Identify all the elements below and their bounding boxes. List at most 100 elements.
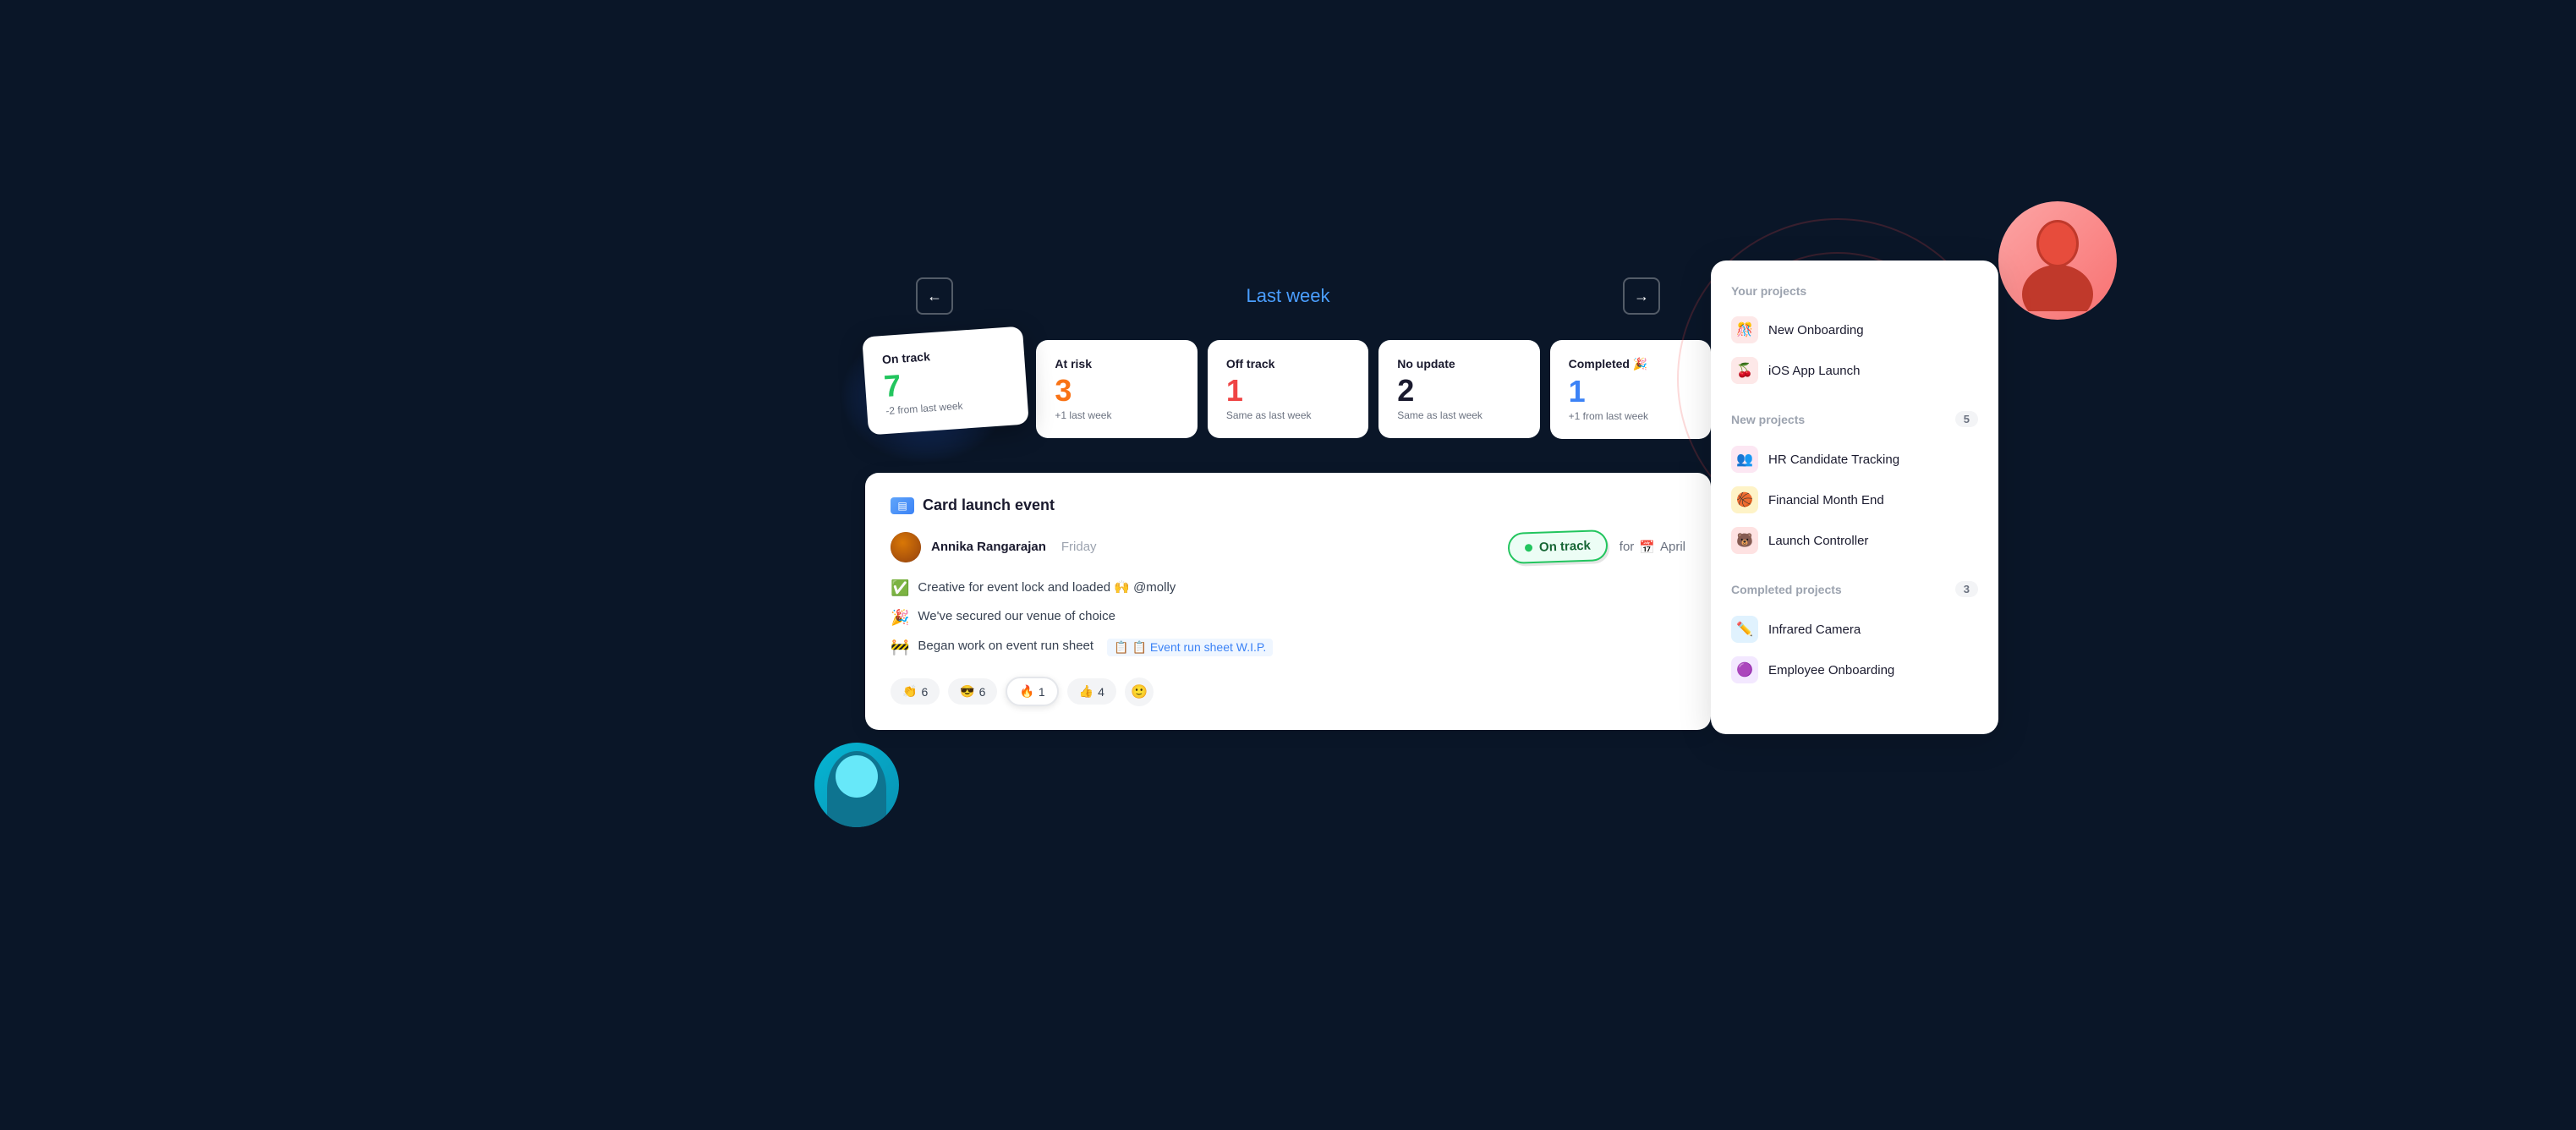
update-card-header: ▤ Card launch event bbox=[891, 496, 1685, 514]
project-name: Financial Month End bbox=[1768, 493, 1884, 507]
stat-card-off-track: Off track 1 Same as last week bbox=[1208, 340, 1368, 438]
check-icon: ✅ bbox=[891, 579, 909, 597]
stat-label: On track bbox=[882, 344, 1006, 366]
item-text: Creative for event lock and loaded 🙌 @mo… bbox=[918, 579, 1176, 595]
list-item[interactable]: ✏️ Infrared Camera bbox=[1731, 609, 1978, 650]
project-icon: 🎊 bbox=[1731, 316, 1758, 343]
clap-count: 6 bbox=[921, 685, 928, 699]
stat-number: 3 bbox=[1055, 376, 1178, 406]
list-item[interactable]: 🟣 Employee Onboarding bbox=[1731, 650, 1978, 690]
your-projects-title: Your projects bbox=[1731, 284, 1978, 298]
reaction-fire[interactable]: 🔥 1 bbox=[1006, 677, 1058, 706]
add-reaction-button[interactable]: 🙂 bbox=[1125, 677, 1154, 706]
projects-panel: Your projects 🎊 New Onboarding 🍒 iOS App… bbox=[1711, 261, 1998, 734]
user-day: Friday bbox=[1061, 540, 1097, 554]
user-name: Annika Rangarajan bbox=[931, 540, 1046, 554]
stats-row: On track 7 -2 from last week At risk 3 +… bbox=[865, 340, 1711, 456]
update-card-title: Card launch event bbox=[923, 496, 1055, 514]
prev-button[interactable]: ← bbox=[916, 277, 953, 315]
party-icon: 🎉 bbox=[891, 609, 909, 627]
list-item: 🎉 We've secured our venue of choice bbox=[891, 609, 1685, 627]
project-name: HR Candidate Tracking bbox=[1768, 453, 1899, 467]
link-text: 📋 Event run sheet W.I.P. bbox=[1132, 640, 1267, 655]
avatar bbox=[891, 532, 921, 562]
list-item[interactable]: 👥 HR Candidate Tracking bbox=[1731, 439, 1978, 480]
stat-number: 2 bbox=[1397, 376, 1521, 406]
list-item: ✅ Creative for event lock and loaded 🙌 @… bbox=[891, 579, 1685, 597]
stat-card-on-track: On track 7 -2 from last week bbox=[862, 326, 1029, 436]
project-icon: ✏️ bbox=[1731, 616, 1758, 643]
thumbs-up-emoji: 👍 bbox=[1079, 684, 1093, 699]
period-title: Last week bbox=[1246, 285, 1329, 307]
list-item: 🚧 Began work on event run sheet 📋 📋 Even… bbox=[891, 639, 1685, 656]
list-item[interactable]: 🎊 New Onboarding bbox=[1731, 310, 1978, 350]
stat-label: No update bbox=[1397, 357, 1521, 370]
stat-number: 1 bbox=[1226, 376, 1350, 406]
reaction-thumbs-up[interactable]: 👍 4 bbox=[1067, 678, 1116, 705]
fire-count: 1 bbox=[1039, 685, 1045, 699]
completed-projects-count: 3 bbox=[1955, 581, 1978, 597]
project-name: Infrared Camera bbox=[1768, 623, 1861, 637]
status-dot bbox=[1525, 544, 1532, 551]
stat-sub: +1 from last week bbox=[1569, 410, 1692, 422]
event-run-sheet-link[interactable]: 📋 📋 Event run sheet W.I.P. bbox=[1107, 639, 1273, 656]
period-value: April bbox=[1660, 540, 1685, 554]
reaction-cool[interactable]: 😎 6 bbox=[948, 678, 997, 705]
completed-projects-title: Completed projects bbox=[1731, 583, 1842, 596]
list-item[interactable]: 🏀 Financial Month End bbox=[1731, 480, 1978, 520]
stat-label: Off track bbox=[1226, 357, 1350, 370]
list-item[interactable]: 🍒 iOS App Launch bbox=[1731, 350, 1978, 391]
cool-emoji: 😎 bbox=[960, 684, 974, 699]
thumbs-up-count: 4 bbox=[1098, 685, 1104, 699]
stat-card-at-risk: At risk 3 +1 last week bbox=[1036, 340, 1197, 438]
project-name: New Onboarding bbox=[1768, 323, 1864, 337]
header-nav: ← Last week → bbox=[865, 277, 1711, 315]
project-name: Employee Onboarding bbox=[1768, 663, 1894, 677]
update-card: ▤ Card launch event Annika Rangarajan Fr… bbox=[865, 473, 1711, 730]
stat-label: Completed 🎉 bbox=[1569, 357, 1692, 371]
your-projects-list: 🎊 New Onboarding 🍒 iOS App Launch bbox=[1731, 310, 1978, 391]
project-icon: 🏀 bbox=[1731, 486, 1758, 513]
avatar-head bbox=[836, 755, 878, 798]
stat-number: 1 bbox=[1569, 376, 1692, 407]
avatar-top-right bbox=[1998, 201, 2117, 320]
stat-label: At risk bbox=[1055, 357, 1178, 370]
clap-emoji: 👏 bbox=[902, 684, 917, 699]
on-track-badge: On track bbox=[1507, 529, 1608, 564]
list-item[interactable]: 🐻 Launch Controller bbox=[1731, 520, 1978, 561]
user-row: Annika Rangarajan Friday On track for 📅 … bbox=[891, 531, 1685, 562]
status-badge-wrap: On track for 📅 April bbox=[1508, 531, 1685, 562]
reaction-clap[interactable]: 👏 6 bbox=[891, 678, 940, 705]
stat-sub: Same as last week bbox=[1226, 409, 1350, 421]
reactions-row: 👏 6 😎 6 🔥 1 👍 4 🙂 bbox=[891, 677, 1685, 706]
new-projects-count: 5 bbox=[1955, 411, 1978, 427]
stat-number: 7 bbox=[883, 363, 1009, 402]
update-items: ✅ Creative for event lock and loaded 🙌 @… bbox=[891, 579, 1685, 656]
new-projects-title: New projects bbox=[1731, 413, 1805, 426]
cool-count: 6 bbox=[979, 685, 986, 699]
fire-emoji: 🔥 bbox=[1019, 684, 1033, 699]
item-text: Began work on event run sheet bbox=[918, 639, 1093, 653]
stat-card-no-update: No update 2 Same as last week bbox=[1378, 340, 1539, 438]
new-projects-section-header: New projects 5 bbox=[1731, 411, 1978, 427]
avatar-bottom-left bbox=[814, 743, 899, 827]
smiley-icon: 🙂 bbox=[1131, 683, 1148, 700]
new-projects-list: 👥 HR Candidate Tracking 🏀 Financial Mont… bbox=[1731, 439, 1978, 561]
project-icon: 👥 bbox=[1731, 446, 1758, 473]
stat-sub: +1 last week bbox=[1055, 409, 1178, 421]
item-text: We've secured our venue of choice bbox=[918, 609, 1115, 623]
calendar-icon: 📅 bbox=[1639, 540, 1655, 555]
next-button[interactable]: → bbox=[1623, 277, 1660, 315]
for-label: for bbox=[1620, 540, 1635, 554]
project-icon: 🍒 bbox=[1731, 357, 1758, 384]
construction-icon: 🚧 bbox=[891, 639, 909, 656]
link-icon: 📋 bbox=[1114, 640, 1128, 655]
stat-card-completed: Completed 🎉 1 +1 from last week bbox=[1550, 340, 1711, 439]
status-label: On track bbox=[1539, 539, 1591, 555]
for-date: for 📅 April bbox=[1620, 540, 1685, 555]
project-icon: 🟣 bbox=[1731, 656, 1758, 683]
project-name: iOS App Launch bbox=[1768, 364, 1860, 378]
project-icon: 🐻 bbox=[1731, 527, 1758, 554]
stat-sub: Same as last week bbox=[1397, 409, 1521, 421]
project-name: Launch Controller bbox=[1768, 534, 1868, 548]
